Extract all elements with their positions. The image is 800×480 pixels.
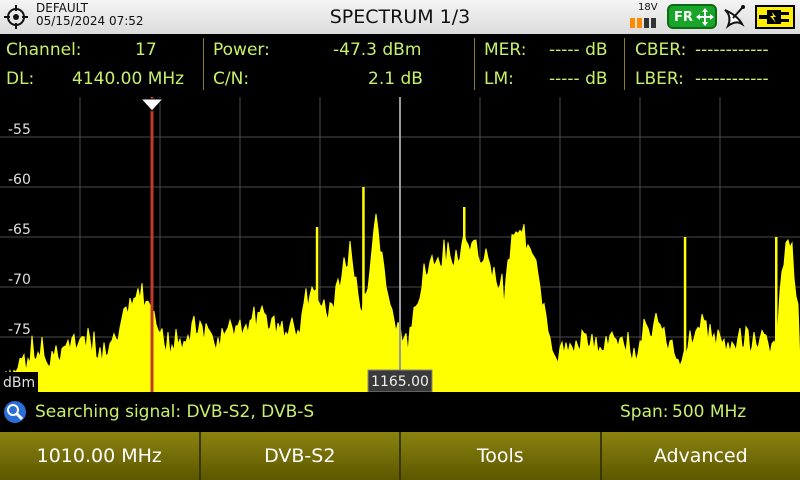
cn-value: 2.1 dB: [368, 69, 423, 89]
mer-label: MER:: [484, 40, 527, 60]
divider: [624, 38, 625, 90]
cber-value: ------------: [695, 40, 769, 60]
lnb-voltage: 18V: [638, 2, 658, 13]
search-icon: [4, 401, 26, 423]
cn-label: C/N:: [213, 69, 250, 89]
divider: [474, 38, 475, 90]
center-frequency-label: 1165.00: [371, 374, 429, 390]
spectrum-plot[interactable]: -55 -60 -65 -70 -75 dBm 1165.00: [0, 97, 800, 392]
move-arrows-icon: [696, 8, 714, 26]
dl-value: 4140.00 MHz: [72, 69, 185, 89]
title-bar: DEFAULT 05/15/2024 07:52 SPECTRUM 1/3 18…: [0, 0, 800, 34]
mer-value: ----- dB: [549, 40, 608, 60]
spectrum-chart[interactable]: -55 -60 -65 -70 -75 dBm 1165.00: [0, 97, 800, 392]
spectrum-spike: [463, 207, 466, 392]
power-value: -47.3 dBm: [333, 40, 422, 60]
lber-value: ------------: [695, 69, 769, 89]
softkey-bar: 1010.00 MHz DVB-S2 Tools Advanced: [0, 432, 800, 480]
satellite-dish-icon: [724, 5, 745, 29]
cber-label: CBER:: [635, 40, 687, 60]
y-tick-label: -60: [8, 172, 31, 188]
divider: [203, 38, 204, 90]
span-label: Span:: [620, 402, 669, 422]
channel-label: Channel:: [6, 40, 82, 60]
channel-value: 17: [135, 40, 157, 60]
frequency-softkey[interactable]: 1010.00 MHz: [0, 432, 201, 480]
battery-icon: 18V: [628, 2, 660, 31]
status-bar: Searching signal: DVB-S2, DVB-S Span: 50…: [0, 393, 800, 431]
advanced-softkey[interactable]: Advanced: [601, 432, 800, 480]
power-label: Power:: [213, 40, 270, 60]
band-badge-label: FR: [674, 10, 693, 25]
spectrum-spike: [775, 237, 778, 392]
status-message: Searching signal: DVB-S2, DVB-S: [35, 402, 315, 422]
dl-label: DL:: [6, 69, 35, 89]
spectrum-spike: [362, 187, 365, 392]
y-tick-label: -55: [8, 122, 31, 138]
y-tick-label: -70: [8, 272, 31, 288]
spectrum-spike: [315, 227, 319, 392]
y-tick-label: -65: [8, 222, 31, 238]
power-plug-icon: [755, 5, 795, 29]
span-value: 500 MHz: [672, 402, 747, 422]
spectrum-analyzer-screen: DEFAULT 05/15/2024 07:52 SPECTRUM 1/3 18…: [0, 0, 800, 480]
measurement-panel: Channel: 17 DL: 4140.00 MHz Power: -47.3…: [0, 34, 800, 96]
signal-type-softkey[interactable]: DVB-S2: [200, 432, 401, 480]
tools-softkey[interactable]: Tools: [401, 432, 602, 480]
lber-label: LBER:: [635, 69, 684, 89]
y-axis-unit-label: dBm: [3, 375, 35, 391]
lm-label: LM:: [484, 69, 514, 89]
band-badge-icon[interactable]: FR: [667, 4, 717, 29]
lm-value: ----- dB: [549, 69, 608, 89]
spectrum-spike: [683, 237, 687, 392]
y-tick-label: -75: [8, 322, 31, 338]
